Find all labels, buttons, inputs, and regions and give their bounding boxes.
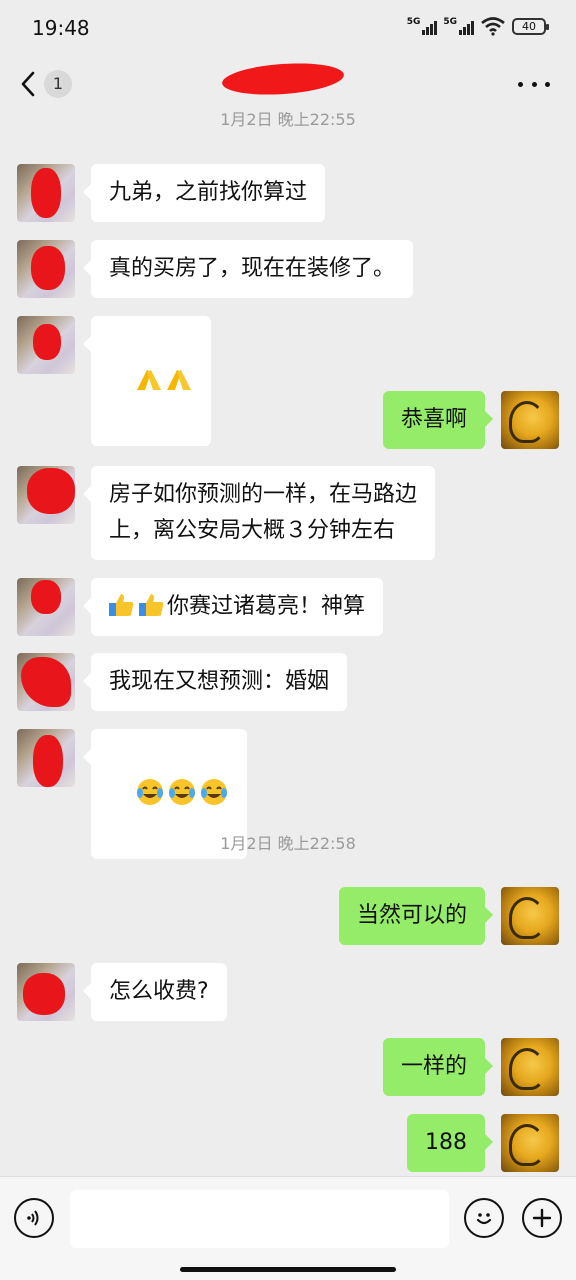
input-bar xyxy=(0,1176,576,1280)
plus-icon xyxy=(532,1208,552,1228)
message-timestamp: 1月2日 晚上22:55 xyxy=(220,112,356,129)
incoming-message[interactable]: 我现在又想预测：婚姻 xyxy=(82,653,348,711)
folded-hands-emoji xyxy=(166,370,191,390)
signal-icon: 5G xyxy=(407,17,438,35)
chat-header: 1 xyxy=(0,56,576,112)
status-time: 19:48 xyxy=(32,16,90,40)
peer-avatar[interactable] xyxy=(17,240,75,298)
back-arrow-icon xyxy=(21,71,35,97)
peer-avatar[interactable] xyxy=(17,653,75,711)
home-indicator[interactable] xyxy=(180,1267,396,1272)
more-icon xyxy=(518,81,523,87)
incoming-message[interactable]: 你赛过诸葛亮！神算 xyxy=(82,578,384,636)
peer-avatar[interactable] xyxy=(17,466,75,524)
voice-button[interactable] xyxy=(14,1198,54,1238)
chat-title-redacted xyxy=(221,59,345,99)
emoji-button[interactable] xyxy=(464,1198,504,1238)
crying-laughing-emoji xyxy=(200,779,227,805)
incoming-message[interactable]: 房子如你预测的一样，在马路边 上，离公安局大概３分钟左右 xyxy=(82,466,436,560)
peer-avatar[interactable] xyxy=(17,164,75,222)
incoming-message[interactable]: 真的买房了，现在在装修了。 xyxy=(82,240,414,298)
folded-hands-emoji xyxy=(136,370,161,390)
crying-laughing-emoji xyxy=(168,779,195,805)
outgoing-message[interactable]: 一样的 xyxy=(382,1038,494,1096)
emoji-icon xyxy=(476,1213,492,1225)
my-avatar[interactable] xyxy=(501,887,559,945)
crying-laughing-emoji xyxy=(136,779,163,805)
plus-button[interactable] xyxy=(522,1198,562,1238)
signal-icon: 5G xyxy=(443,17,474,35)
outgoing-message[interactable]: 当然可以的 xyxy=(338,887,494,945)
peer-avatar[interactable] xyxy=(17,578,75,636)
outgoing-message[interactable]: 恭喜啊 xyxy=(382,391,494,449)
my-avatar[interactable] xyxy=(501,1038,559,1096)
back-button[interactable]: 1 xyxy=(20,66,80,102)
incoming-message[interactable]: 九弟，之前找你算过 xyxy=(82,164,326,222)
wifi-icon xyxy=(481,17,505,36)
my-avatar[interactable] xyxy=(501,1114,559,1172)
peer-avatar[interactable] xyxy=(17,729,75,787)
voice-icon xyxy=(27,1210,39,1226)
battery-icon: 40 xyxy=(512,17,549,35)
message-list[interactable]: 1月2日 晚上22:55 九弟，之前找你算过 真的买房了，现在在装修了。 恭喜啊… xyxy=(0,112,576,1176)
status-icons: 5G 5G 40 xyxy=(407,16,549,36)
incoming-message[interactable] xyxy=(83,316,211,446)
thumbs-up-emoji xyxy=(139,594,164,616)
outgoing-message[interactable]: 188 xyxy=(407,1114,493,1172)
thumbs-up-emoji xyxy=(109,594,134,616)
unread-count-badge: 1 xyxy=(44,70,72,98)
message-timestamp: 1月2日 晚上22:58 xyxy=(220,834,356,853)
status-bar: 19:48 5G 5G 40 xyxy=(0,0,576,56)
my-avatar[interactable] xyxy=(501,391,559,449)
incoming-message[interactable]: 怎么收费? xyxy=(83,963,227,1021)
peer-avatar[interactable] xyxy=(17,316,75,374)
peer-avatar[interactable] xyxy=(17,963,75,1021)
message-input[interactable] xyxy=(70,1190,449,1248)
more-button[interactable] xyxy=(518,72,550,96)
